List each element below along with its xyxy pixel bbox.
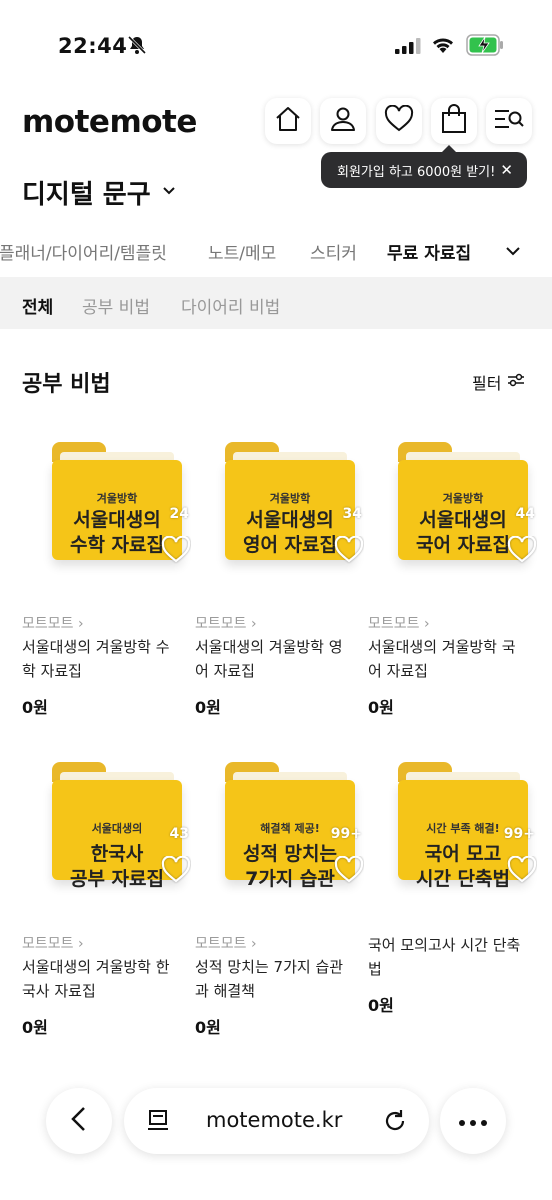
product-price: 0원 [195, 698, 221, 717]
like-count: 99+ [503, 826, 535, 842]
battery-charging-icon [466, 34, 504, 60]
subtab-diary-tips[interactable]: 다이어리 비법 [181, 293, 280, 318]
thumbnail-caption: 겨울방학 [442, 492, 484, 505]
tab-free-materials[interactable]: 무료 자료집 [387, 239, 471, 264]
thumbnail-title-line1: 서울대생의 [419, 509, 507, 531]
thumbnail-title-line1: 서울대생의 [246, 509, 334, 531]
wifi-icon [430, 35, 456, 59]
filter-button[interactable]: 필터 [472, 370, 525, 394]
address-bar[interactable]: motemote.kr [124, 1088, 429, 1154]
product-card[interactable]: 해결책 제공! 성적 망치는 7가지 습관 99+ 모트모트 › 성적 망치는 … [195, 750, 364, 1037]
product-price: 0원 [195, 1018, 221, 1037]
category-title[interactable]: 디지털 문구 [22, 174, 151, 211]
like-count: 43 [169, 826, 189, 842]
product-brand[interactable]: 모트모트 › [22, 933, 84, 953]
tab-sticker[interactable]: 스티커 [310, 239, 357, 264]
user-icon [329, 105, 357, 137]
product-thumbnail[interactable]: 겨울방학 서울대생의 수학 자료집 24 [22, 430, 191, 595]
heart-icon [384, 104, 414, 137]
product-name[interactable]: 서울대생의 겨울방학 영어 자료집 [195, 635, 355, 683]
tooltip-text: 회원가입 하고 6000원 받기! [337, 164, 496, 180]
status-time: 22:44 [58, 34, 128, 58]
bell-off-icon [127, 35, 147, 55]
filter-label: 필터 [472, 374, 502, 393]
product-price: 0원 [22, 698, 48, 717]
heart-icon[interactable] [161, 535, 191, 568]
product-card[interactable]: 겨울방학 서울대생의 영어 자료집 34 모트모트 › 서울대생의 겨울방학 영… [195, 430, 364, 717]
product-thumbnail[interactable]: 시간 부족 해결! 국어 모고 시간 단축법 99+ [368, 750, 537, 915]
product-thumbnail[interactable]: 서울대생의 한국사 공부 자료집 43 [22, 750, 191, 915]
product-card[interactable]: 서울대생의 한국사 공부 자료집 43 모트모트 › 서울대생의 겨울방학 한국… [22, 750, 191, 1037]
cellular-signal-icon [395, 38, 421, 58]
thumbnail-caption: 서울대생의 [91, 822, 143, 835]
like-count: 24 [169, 506, 189, 522]
product-name[interactable]: 서울대생의 겨울방학 수학 자료집 [22, 635, 182, 683]
account-button[interactable] [320, 98, 366, 144]
product-price: 0원 [368, 698, 394, 717]
product-name[interactable]: 서울대생의 겨울방학 한국사 자료집 [22, 955, 182, 1003]
chevron-down-icon[interactable] [504, 242, 522, 265]
tabs-overview-icon[interactable] [146, 1108, 170, 1138]
more-dots-icon [458, 1112, 488, 1131]
heart-icon[interactable] [161, 855, 191, 888]
product-thumbnail[interactable]: 겨울방학 서울대생의 영어 자료집 34 [195, 430, 364, 595]
site-logo[interactable]: motemote [22, 104, 197, 140]
subtab-all[interactable]: 전체 [22, 293, 53, 318]
chevron-left-icon [69, 1106, 89, 1136]
signup-tooltip[interactable]: 회원가입 하고 6000원 받기! ✕ [321, 145, 527, 188]
product-thumbnail[interactable]: 해결책 제공! 성적 망치는 7가지 습관 99+ [195, 750, 364, 915]
heart-icon[interactable] [507, 535, 537, 568]
home-icon [274, 105, 302, 137]
heart-icon[interactable] [334, 535, 364, 568]
menu-search-icon [493, 107, 525, 135]
tab-note-memo[interactable]: 노트/메모 [208, 239, 276, 264]
reload-icon[interactable] [382, 1108, 408, 1138]
menu-search-button[interactable] [486, 98, 532, 144]
product-brand[interactable]: 모트모트 › [195, 933, 257, 953]
url-text: motemote.kr [206, 1108, 343, 1132]
chevron-down-icon[interactable] [160, 181, 178, 203]
product-price: 0원 [368, 996, 394, 1015]
heart-icon[interactable] [507, 855, 537, 888]
wishlist-button[interactable] [376, 98, 422, 144]
product-name[interactable]: 국어 모의고사 시간 단축법 [368, 933, 528, 981]
cart-button[interactable] [431, 98, 477, 144]
subtab-bar: 전체 공부 비법 다이어리 비법 [0, 277, 552, 329]
shopping-bag-icon [441, 104, 467, 138]
like-count: 44 [515, 506, 535, 522]
back-button[interactable] [46, 1088, 112, 1154]
filter-icon [507, 372, 525, 392]
home-button[interactable] [265, 98, 311, 144]
product-card[interactable]: 겨울방학 서울대생의 국어 자료집 44 모트모트 › 서울대생의 겨울방학 국… [368, 430, 537, 717]
thumbnail-caption: 겨울방학 [269, 492, 311, 505]
product-card[interactable]: 시간 부족 해결! 국어 모고 시간 단축법 99+ 국어 모의고사 시간 단축… [368, 750, 537, 1015]
more-button[interactable] [440, 1088, 506, 1154]
thumbnail-title-line1: 서울대생의 [73, 509, 161, 531]
product-price: 0원 [22, 1018, 48, 1037]
category-tabs: 플래너/다이어리/템플릿 노트/메모 스티커 무료 자료집 [0, 236, 552, 266]
product-thumbnail[interactable]: 겨울방학 서울대생의 국어 자료집 44 [368, 430, 537, 595]
product-name[interactable]: 성적 망치는 7가지 습관과 해결책 [195, 955, 355, 1003]
product-name[interactable]: 서울대생의 겨울방학 국어 자료집 [368, 635, 528, 683]
product-brand[interactable]: 모트모트 › [22, 613, 84, 633]
product-card[interactable]: 겨울방학 서울대생의 수학 자료집 24 모트모트 › 서울대생의 겨울방학 수… [22, 430, 191, 717]
subtab-study-tips[interactable]: 공부 비법 [82, 293, 150, 318]
product-brand[interactable]: 모트모트 › [195, 613, 257, 633]
product-brand[interactable]: 모트모트 › [368, 613, 430, 633]
thumbnail-caption: 겨울방학 [96, 492, 138, 505]
tab-planner[interactable]: 플래너/다이어리/템플릿 [0, 239, 167, 264]
section-title: 공부 비법 [22, 372, 111, 397]
like-count: 99+ [330, 826, 362, 842]
close-icon[interactable]: ✕ [500, 161, 513, 179]
like-count: 34 [342, 506, 362, 522]
heart-icon[interactable] [334, 855, 364, 888]
